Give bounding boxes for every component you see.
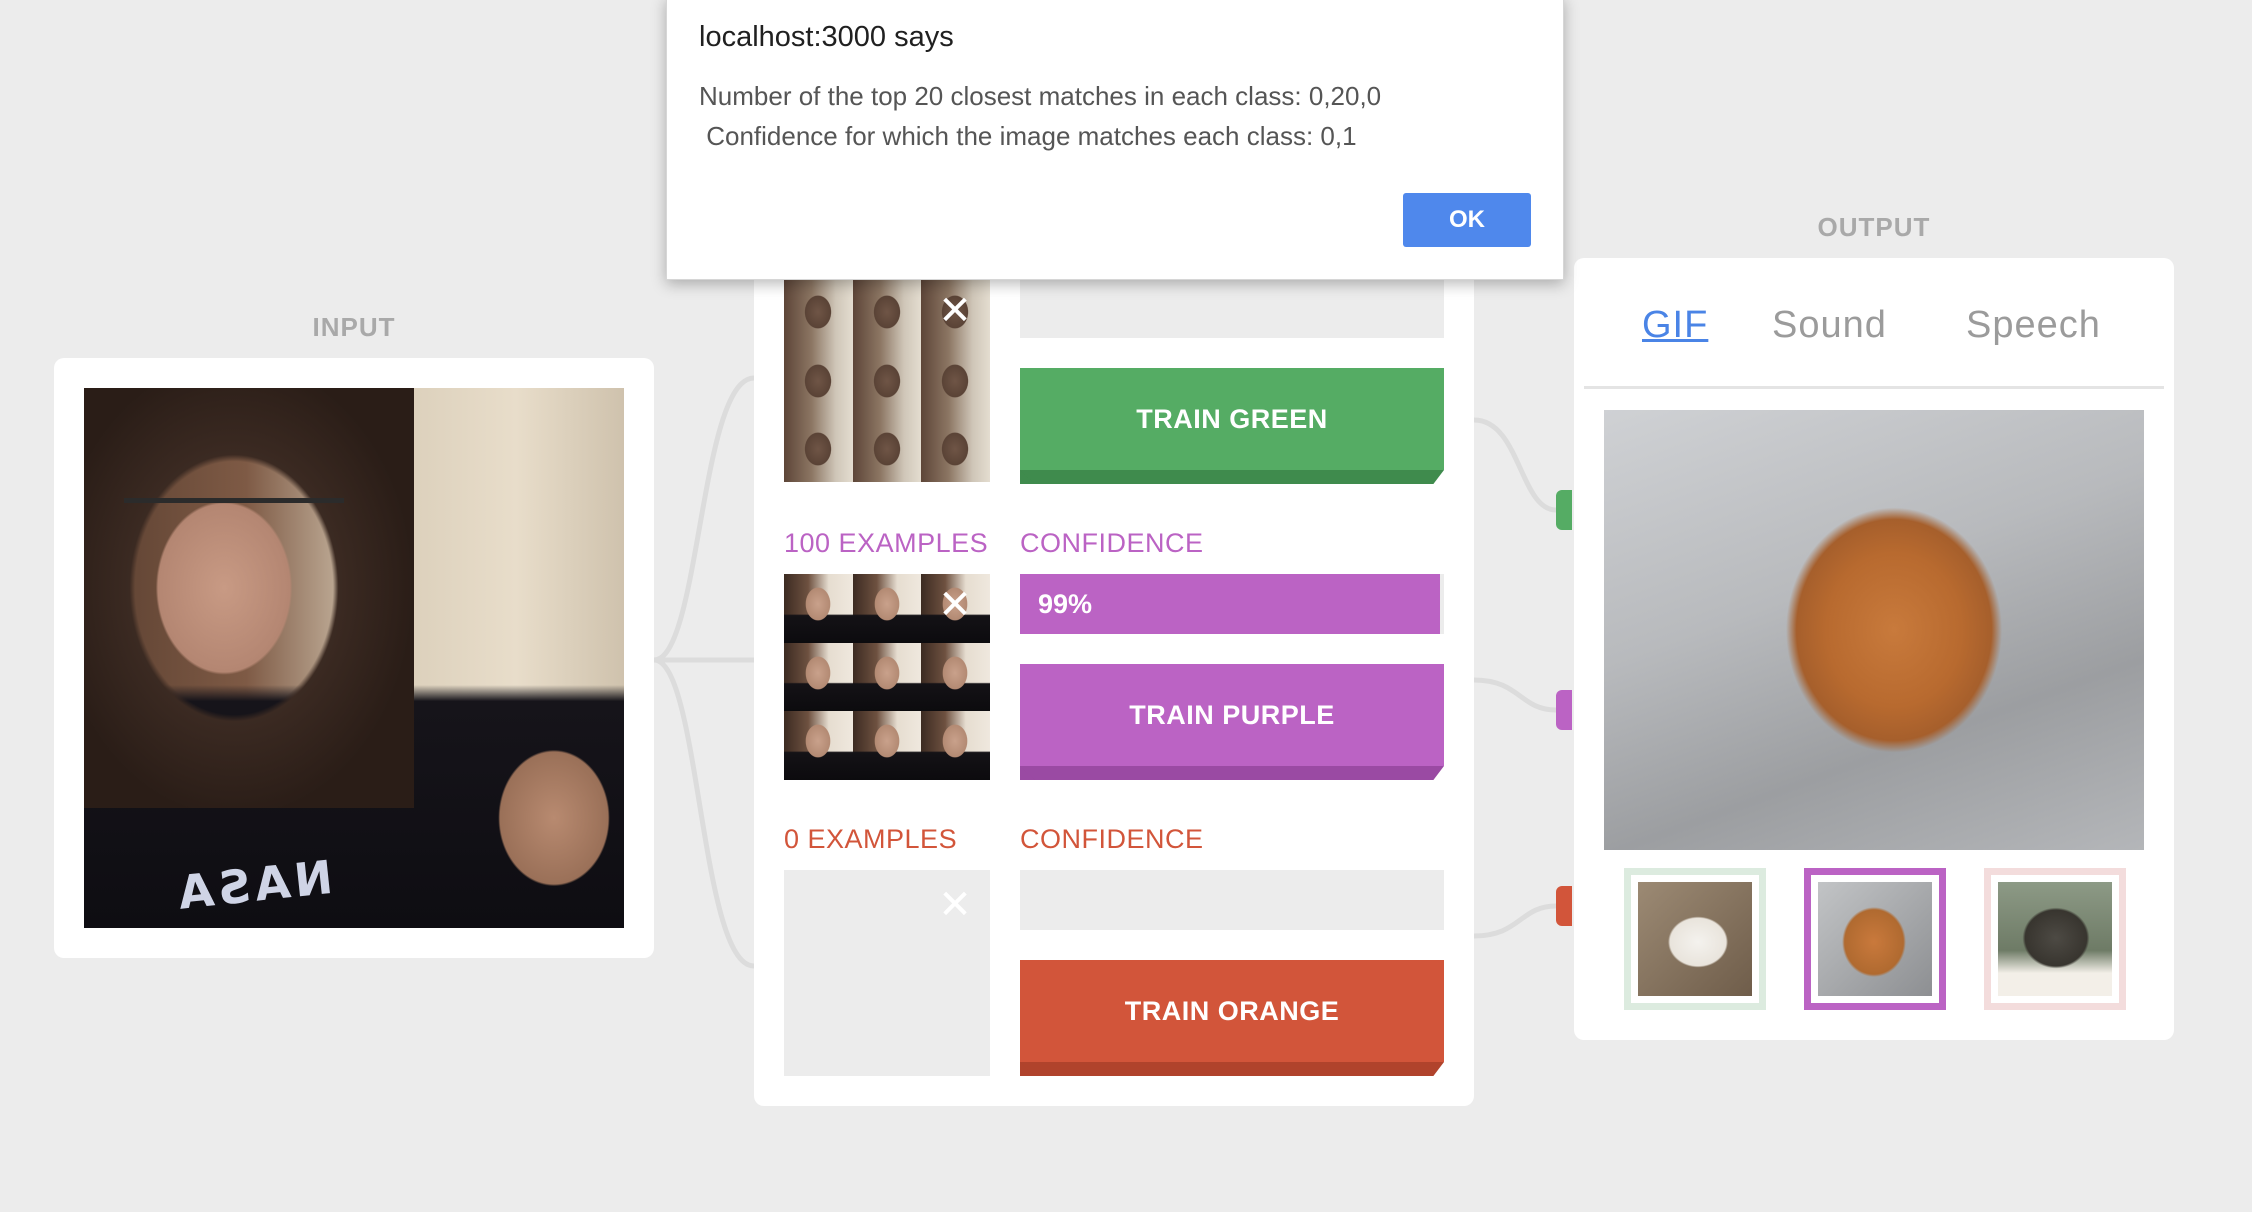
- dialog-title: localhost:3000 says: [699, 21, 954, 53]
- example-thumbnail: [921, 344, 990, 414]
- input-panel: NASA: [54, 358, 654, 958]
- close-icon[interactable]: ✕: [938, 885, 972, 925]
- example-thumbnail: [784, 276, 853, 345]
- purple-examples-thumbnails: ✕: [784, 574, 990, 780]
- example-thumbnail: [784, 711, 853, 780]
- wire-orange-to-output: [1473, 903, 1557, 939]
- output-section-label: OUTPUT: [1817, 212, 1931, 242]
- webcam-subject-hair: [84, 388, 414, 808]
- dialog-message-line-1: Number of the top 20 closest matches in …: [699, 81, 1382, 111]
- purple-confidence-bar: 99%: [1020, 574, 1444, 634]
- example-thumbnail: [852, 276, 922, 345]
- training-panel: ✕ TRAIN GREEN 100 EXAMPLES CONFIDENCE ✕ …: [754, 240, 1474, 1106]
- purple-confidence-label: CONFIDENCE: [1020, 528, 1204, 558]
- example-thumbnail: [784, 413, 853, 482]
- gif-thumbnail: [1818, 882, 1932, 996]
- close-icon[interactable]: ✕: [938, 291, 972, 331]
- webcam-feed: NASA: [84, 388, 624, 928]
- dialog-message-line-2: Confidence for which the image matches e…: [699, 121, 1357, 151]
- green-output-port: [1556, 490, 1572, 530]
- wire-green-to-output: [1473, 417, 1557, 513]
- train-green-label: TRAIN GREEN: [1020, 368, 1444, 470]
- example-thumbnail: [921, 642, 990, 712]
- ok-button[interactable]: OK: [1403, 193, 1531, 247]
- output-panel: GIF Sound Speech: [1574, 258, 2174, 1040]
- gif-thumbnail: [1638, 882, 1752, 996]
- webcam-shirt-graphic: NASA: [171, 849, 336, 921]
- green-confidence-bar: [1020, 276, 1444, 338]
- train-purple-button[interactable]: TRAIN PURPLE: [1020, 664, 1444, 780]
- example-thumbnail: [852, 642, 922, 712]
- output-tab-divider: [1584, 386, 2164, 389]
- app-stage: INPUT NASA ✕ TRAIN GREEN 100 EXAMPLES CO…: [0, 0, 2252, 1212]
- orange-confidence-bar: [1020, 870, 1444, 930]
- input-section-label: INPUT: [312, 312, 396, 342]
- train-orange-label: TRAIN ORANGE: [1020, 960, 1444, 1062]
- example-thumbnail: [852, 574, 922, 643]
- example-thumbnail: [784, 642, 853, 712]
- orange-output-port: [1556, 886, 1572, 926]
- tab-gif[interactable]: GIF: [1642, 304, 1708, 347]
- example-thumbnail: [852, 413, 922, 482]
- wire-input-to-green: [653, 375, 755, 663]
- gif-thumbnail: [1998, 882, 2112, 996]
- green-examples-thumbnails: ✕: [784, 276, 990, 482]
- purple-confidence-value: 99%: [1038, 588, 1093, 619]
- purple-examples-count: 100 EXAMPLES: [784, 528, 989, 558]
- webcam-subject-glasses: [124, 498, 344, 573]
- gif-option-purple[interactable]: [1804, 868, 1946, 1010]
- purple-confidence-fill: 99%: [1020, 574, 1440, 634]
- tab-sound[interactable]: Sound: [1772, 304, 1887, 347]
- train-green-button[interactable]: TRAIN GREEN: [1020, 368, 1444, 484]
- example-thumbnail: [784, 574, 853, 643]
- gif-option-green[interactable]: [1624, 868, 1766, 1010]
- train-purple-label: TRAIN PURPLE: [1020, 664, 1444, 766]
- alert-dialog: localhost:3000 says Number of the top 20…: [666, 0, 1564, 280]
- example-thumbnail: [852, 344, 922, 414]
- close-icon[interactable]: ✕: [938, 585, 972, 625]
- orange-confidence-label: CONFIDENCE: [1020, 824, 1204, 854]
- orange-examples-count: 0 EXAMPLES: [784, 824, 958, 854]
- purple-output-port: [1556, 690, 1572, 730]
- wire-purple-to-output: [1473, 677, 1557, 713]
- wire-input-to-orange: [653, 657, 755, 969]
- tab-speech[interactable]: Speech: [1966, 304, 2101, 347]
- orange-examples-thumbnails: ✕: [784, 870, 990, 1076]
- example-thumbnail: [921, 711, 990, 780]
- example-thumbnail: [852, 711, 922, 780]
- output-gif-display: [1604, 410, 2144, 850]
- example-thumbnail: [784, 344, 853, 414]
- gif-option-orange[interactable]: [1984, 868, 2126, 1010]
- example-thumbnail: [921, 413, 990, 482]
- train-orange-button[interactable]: TRAIN ORANGE: [1020, 960, 1444, 1076]
